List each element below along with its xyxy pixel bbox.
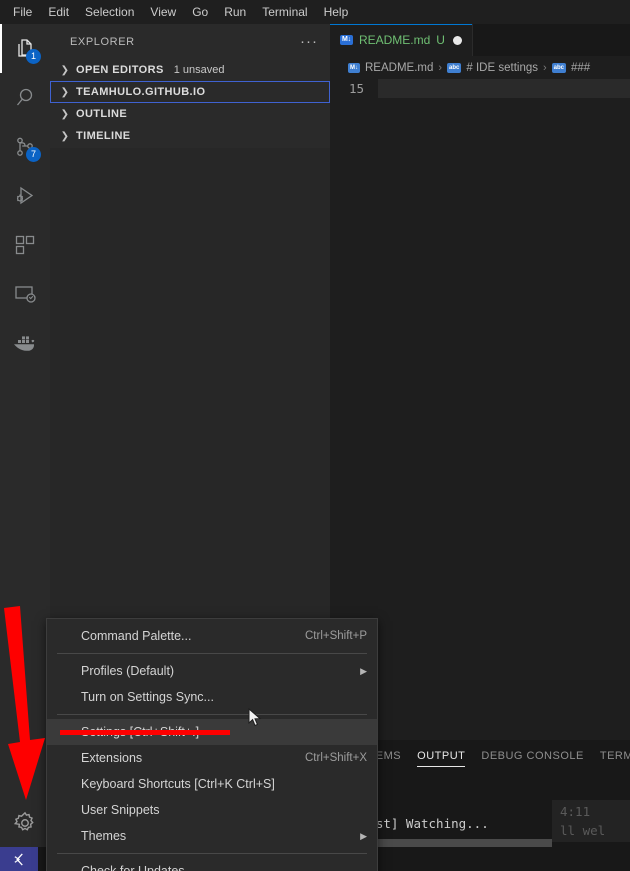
menu-item-label: Themes: [81, 829, 127, 843]
panel-overlay-tooltip: 4:11 ll wel: [552, 800, 630, 842]
remote-explorer-icon: [13, 282, 37, 306]
sidebar-header: EXPLORER ···: [50, 24, 330, 59]
menu-item-label: Check for Updates...: [81, 864, 195, 871]
chevron-right-icon: ▶: [360, 830, 367, 841]
chevron-right-icon: ❯: [60, 86, 70, 98]
sidebar-section-outline[interactable]: ❯ OUTLINE: [50, 103, 330, 125]
activitybar-item-search[interactable]: [0, 73, 50, 122]
menu-bar: File Edit Selection View Go Run Terminal…: [0, 0, 630, 24]
breadcrumb: M↓ README.md › abc # IDE settings › abc …: [330, 56, 630, 79]
menu-item-label: Extensions: [81, 751, 143, 765]
menu-item-shortcut: Ctrl+Shift+P: [305, 630, 367, 642]
gear-icon: [12, 810, 38, 836]
sidebar-section-label: OPEN EDITORS: [76, 64, 164, 76]
menu-separator: [57, 714, 367, 715]
menu-item-turn-on-settings-sync[interactable]: Turn on Settings Sync...: [47, 684, 377, 710]
chevron-right-icon: ❯: [60, 130, 70, 142]
explorer-sections: ❯ OPEN EDITORS 1 unsaved ❯ TEAMHULO.GITH…: [50, 59, 330, 148]
extensions-icon: [13, 233, 37, 257]
explorer-badge: 1: [26, 49, 41, 64]
menu-item-shortcut: Ctrl+Shift+X: [305, 752, 367, 764]
menu-separator: [57, 853, 367, 854]
mouse-cursor: [248, 708, 262, 728]
symbol-string-icon: abc: [551, 62, 566, 73]
menu-help[interactable]: Help: [317, 2, 356, 22]
activitybar-item-run-and-debug[interactable]: [0, 171, 50, 220]
sidebar-section-open-editors[interactable]: ❯ OPEN EDITORS 1 unsaved: [50, 59, 330, 81]
editor-tab-label: README.md: [358, 33, 431, 47]
menu-item-command-palette[interactable]: Command Palette... Ctrl+Shift+P: [47, 623, 377, 649]
panel-tab-terminal[interactable]: TERMINAL: [600, 740, 630, 772]
current-line-highlight: [378, 79, 630, 98]
menu-item-label: Profiles (Default): [81, 664, 175, 678]
breadcrumb-item-file[interactable]: README.md: [365, 62, 433, 74]
menu-run[interactable]: Run: [217, 2, 253, 22]
activitybar-item-extensions[interactable]: [0, 220, 50, 269]
menu-item-label: Command Palette...: [81, 629, 192, 643]
annotation-underline: [60, 730, 230, 735]
menu-view[interactable]: View: [143, 2, 183, 22]
markdown-file-icon: M↓: [340, 35, 353, 45]
editor-tab-git-status: U: [436, 33, 445, 47]
line-number: 15: [348, 81, 364, 96]
code-editor[interactable]: 15: [330, 79, 630, 679]
activitybar-item-remote-explorer[interactable]: [0, 269, 50, 318]
remote-window-icon: [12, 852, 27, 866]
chevron-right-icon: ❯: [60, 108, 70, 120]
editor-tab-readme[interactable]: M↓ README.md U: [330, 24, 473, 56]
menu-edit[interactable]: Edit: [41, 2, 76, 22]
breadcrumb-item-heading[interactable]: # IDE settings: [466, 62, 538, 74]
menu-selection[interactable]: Selection: [78, 2, 141, 22]
activity-bar: 1 7: [0, 24, 50, 847]
more-actions-icon[interactable]: ···: [300, 34, 318, 49]
menu-item-profiles[interactable]: Profiles (Default) ▶: [47, 658, 377, 684]
menu-separator: [57, 653, 367, 654]
status-remote-indicator[interactable]: [0, 847, 38, 871]
activitybar-item-manage[interactable]: [0, 799, 50, 847]
code-line: 15: [330, 79, 630, 98]
sidebar-section-label: TIMELINE: [76, 130, 131, 142]
source-control-badge: 7: [26, 147, 41, 162]
search-icon: [13, 86, 37, 110]
panel-tab-output[interactable]: OUTPUT: [417, 740, 466, 772]
breadcrumb-separator-icon: ›: [542, 61, 547, 74]
menu-item-label: User Snippets: [81, 803, 160, 817]
sidebar-section-timeline[interactable]: ❯ TIMELINE: [50, 125, 330, 147]
menu-item-themes[interactable]: Themes ▶: [47, 823, 377, 849]
sidebar-section-teamhulo-github-io[interactable]: ❯ TEAMHULO.GITHUB.IO: [50, 81, 330, 103]
menu-item-label: Turn on Settings Sync...: [81, 690, 214, 704]
editor-tab-bar: M↓ README.md U: [330, 24, 630, 56]
sidebar-section-label: TEAMHULO.GITHUB.IO: [76, 86, 206, 98]
vscode-window: File Edit Selection View Go Run Terminal…: [0, 0, 630, 871]
activitybar-item-source-control[interactable]: 7: [0, 122, 50, 171]
menu-terminal[interactable]: Terminal: [255, 2, 314, 22]
menu-file[interactable]: File: [6, 2, 39, 22]
activitybar-item-explorer[interactable]: 1: [0, 24, 50, 73]
manage-context-menu: Command Palette... Ctrl+Shift+P Profiles…: [46, 618, 378, 871]
menu-item-user-snippets[interactable]: User Snippets: [47, 797, 377, 823]
menu-item-extensions[interactable]: Extensions Ctrl+Shift+X: [47, 745, 377, 771]
docker-icon: [12, 332, 38, 354]
breadcrumb-separator-icon: ›: [438, 61, 443, 74]
activitybar-item-docker[interactable]: [0, 318, 50, 367]
breadcrumb-item-subheading[interactable]: ###: [571, 62, 590, 74]
chevron-right-icon: ❯: [60, 64, 70, 76]
run-debug-icon: [13, 184, 37, 208]
sidebar-section-label: OUTLINE: [76, 108, 128, 120]
symbol-string-icon: abc: [447, 62, 462, 73]
unsaved-dot-icon[interactable]: [452, 35, 462, 45]
chevron-right-icon: ▶: [360, 665, 367, 676]
menu-item-label: Keyboard Shortcuts [Ctrl+K Ctrl+S]: [81, 777, 275, 791]
menu-item-keyboard-shortcuts[interactable]: Keyboard Shortcuts [Ctrl+K Ctrl+S]: [47, 771, 377, 797]
sidebar-title: EXPLORER: [70, 35, 135, 48]
markdown-file-icon: M↓: [348, 62, 360, 73]
panel-tab-debug-console[interactable]: DEBUG CONSOLE: [481, 740, 583, 772]
open-editors-unsaved-count: 1 unsaved: [173, 64, 225, 76]
menu-item-check-for-updates[interactable]: Check for Updates...: [47, 858, 377, 871]
menu-go[interactable]: Go: [185, 2, 215, 22]
